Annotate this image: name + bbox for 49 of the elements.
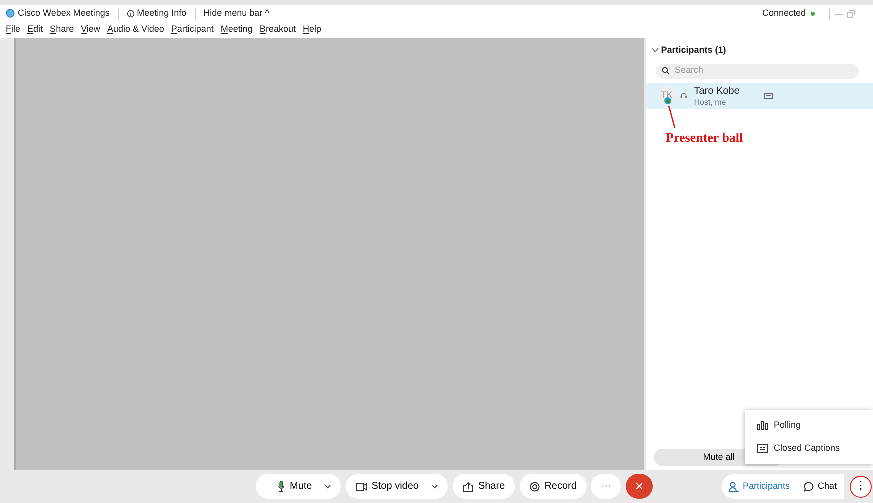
app-title: Cisco Webex Meetings [18,6,110,20]
caption-icon [764,92,773,98]
closed-captions-icon [757,444,768,453]
panel-chat-button[interactable]: Chat [796,474,844,499]
connected-dot-icon [810,12,814,16]
search-icon [662,67,670,75]
chevron-icon[interactable] [652,48,659,54]
record-button[interactable]: Record [520,474,587,499]
headset-icon [680,92,688,100]
menu-item[interactable]: Participant [171,23,214,37]
annotation-label: Presenter ball [666,130,744,145]
menu-item[interactable]: View [81,23,100,37]
leader-line [668,106,676,128]
hide-menu-bar-button[interactable]: Hide menu bar ^ [204,6,270,20]
menu-item[interactable]: Polling [745,414,873,437]
mute-button[interactable]: Mute [256,474,342,499]
caret-icon [325,484,332,488]
webex-logo-icon [6,9,15,18]
menu-item[interactable]: Edit [28,23,44,37]
more-options-button[interactable]: ··· [591,474,622,499]
menu-item[interactable]: Help [302,23,322,37]
chat-bubble-icon [804,482,814,492]
menu-item[interactable]: Meeting [220,23,253,37]
participant-row[interactable]: TK Taro Kobe Host, me [646,82,873,108]
share-icon [462,482,474,492]
panel-title: Participants (1) [661,44,726,57]
menu-item[interactable]: Share [50,23,74,37]
end-meeting-button[interactable]: × [626,474,653,499]
share-button[interactable]: Share [452,474,516,499]
menu-item[interactable]: File [6,23,21,37]
participant-name: Taro Kobe [694,85,740,99]
menu-item[interactable]: Breakout [260,23,296,37]
bar-chart-icon [757,421,768,430]
panel-more-button[interactable]: ⋮ [850,476,872,498]
minimize-icon[interactable] [834,12,842,14]
connection-status: Connected [762,6,806,20]
restore-icon[interactable] [847,10,855,18]
menu-item[interactable]: Audio & Video [107,23,164,37]
info-icon [126,10,135,18]
person-icon [728,482,739,492]
participant-role: Host, me [694,99,728,107]
record-icon [530,482,540,492]
meeting-info-button[interactable]: Meeting Info [126,6,187,20]
avatar: TK [658,86,676,104]
panel-participants-button[interactable]: Participants [722,474,797,499]
stop-video-button[interactable]: Stop video [346,474,448,499]
microphone-icon [278,481,285,492]
caret-icon [432,484,438,488]
camera-icon [356,482,367,490]
